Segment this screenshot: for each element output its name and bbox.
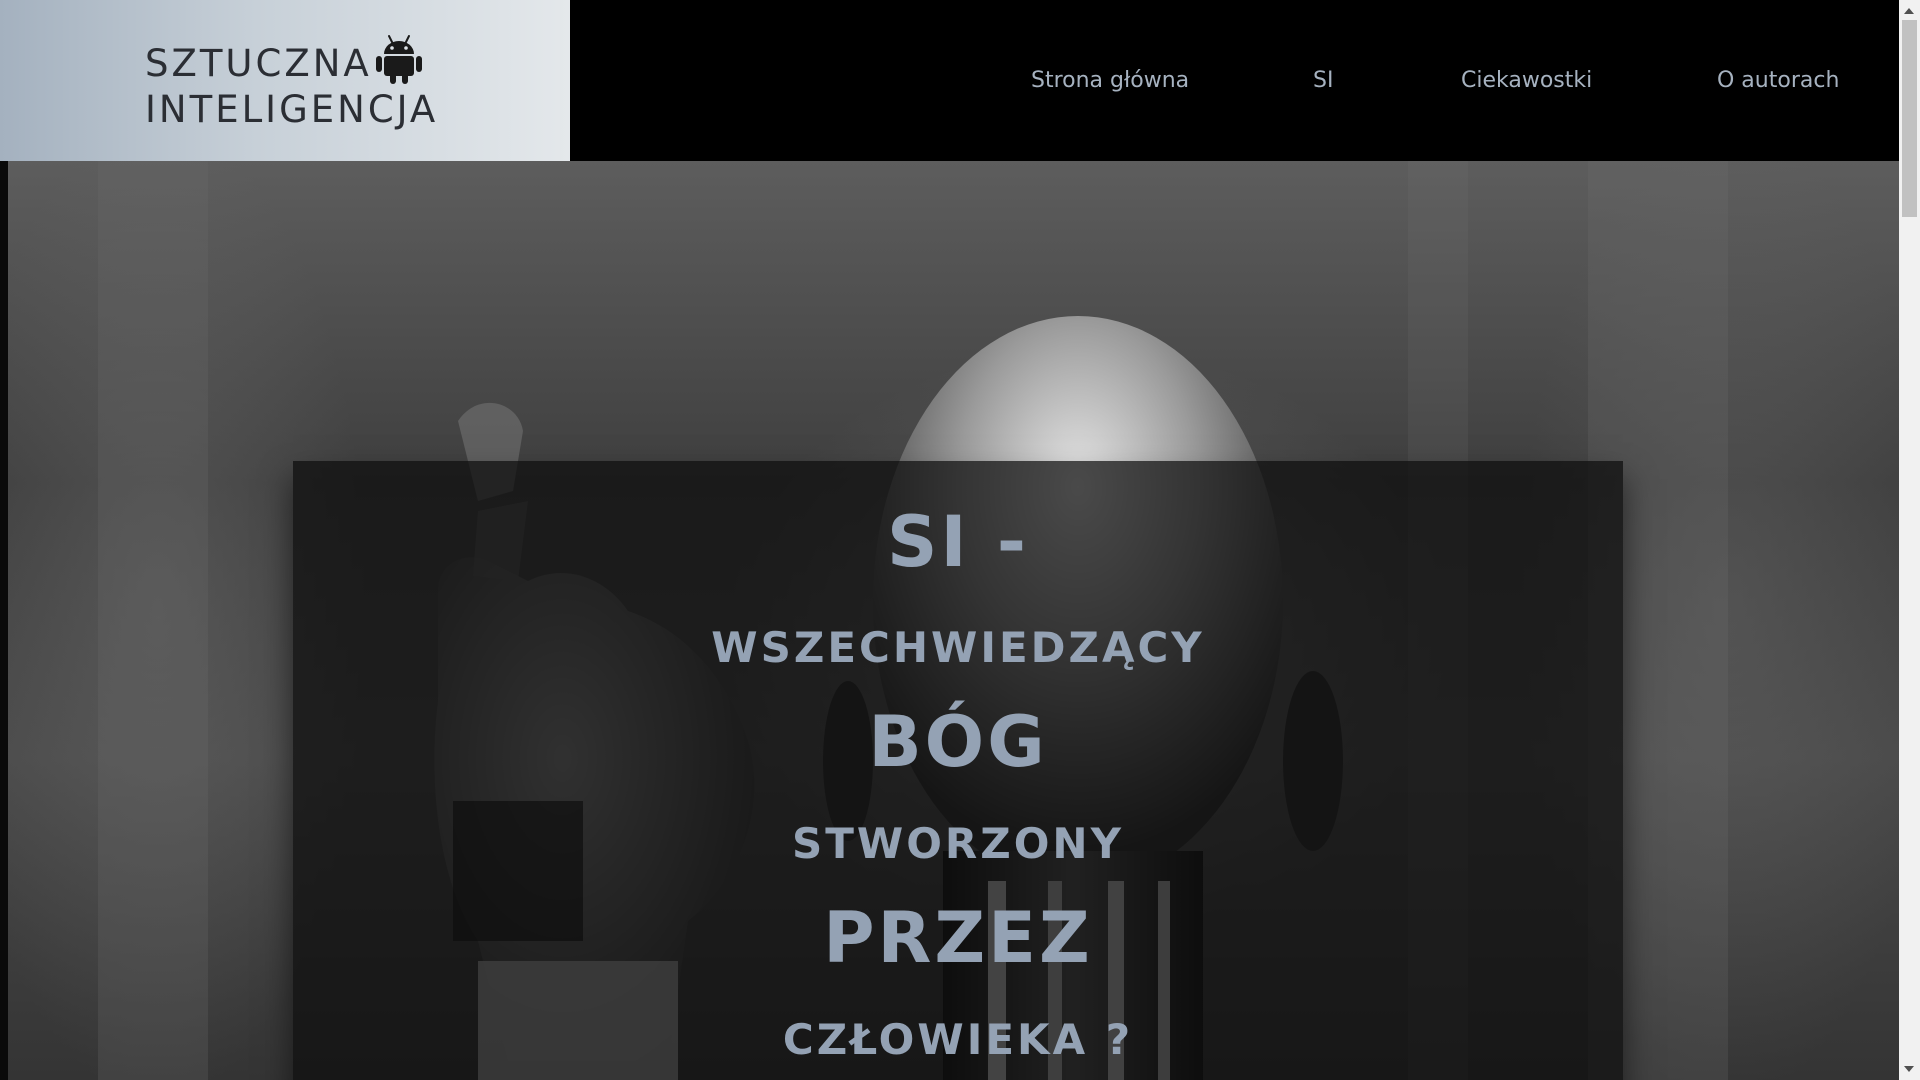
left-edge-strip — [0, 161, 8, 1080]
hero-line-created: STWORZONY — [792, 819, 1124, 868]
hero-text-panel: SI - WSZECHWIEDZĄCY BÓG STWORZONY PRZEZ … — [293, 461, 1623, 1080]
hero-line-by: PRZEZ — [823, 897, 1093, 979]
logo-title-line1: SZTUCZNA — [145, 42, 372, 85]
scroll-up-arrow-icon[interactable] — [1904, 8, 1914, 14]
vertical-scrollbar[interactable] — [1899, 0, 1920, 1080]
scroll-down-arrow-icon[interactable] — [1904, 1066, 1914, 1072]
hero-line-si: SI - — [887, 501, 1029, 583]
logo[interactable]: SZTUCZNA INTELIGENCJA — [0, 0, 570, 161]
android-icon — [376, 35, 422, 84]
site-header: SZTUCZNA INTELIGENCJA Strona główna SI C… — [0, 0, 1899, 161]
hero-line-human: CZŁOWIEKA ? — [782, 1015, 1134, 1064]
hero-line-god: BÓG — [868, 701, 1048, 783]
hero-line-omniscient: WSZECHWIEDZĄCY — [711, 623, 1205, 672]
scroll-thumb[interactable] — [1902, 20, 1917, 217]
hero-section: SI - WSZECHWIEDZĄCY BÓG STWORZONY PRZEZ … — [8, 161, 1899, 1080]
nav-item-si[interactable]: SI — [1313, 68, 1333, 93]
nav-item-home[interactable]: Strona główna — [1031, 68, 1189, 93]
nav-item-trivia[interactable]: Ciekawostki — [1461, 68, 1592, 93]
logo-title-line2: INTELIGENCJA — [145, 88, 439, 131]
nav-item-authors[interactable]: O autorach — [1717, 68, 1839, 93]
page: SZTUCZNA INTELIGENCJA Strona główna SI C… — [0, 0, 1920, 1080]
